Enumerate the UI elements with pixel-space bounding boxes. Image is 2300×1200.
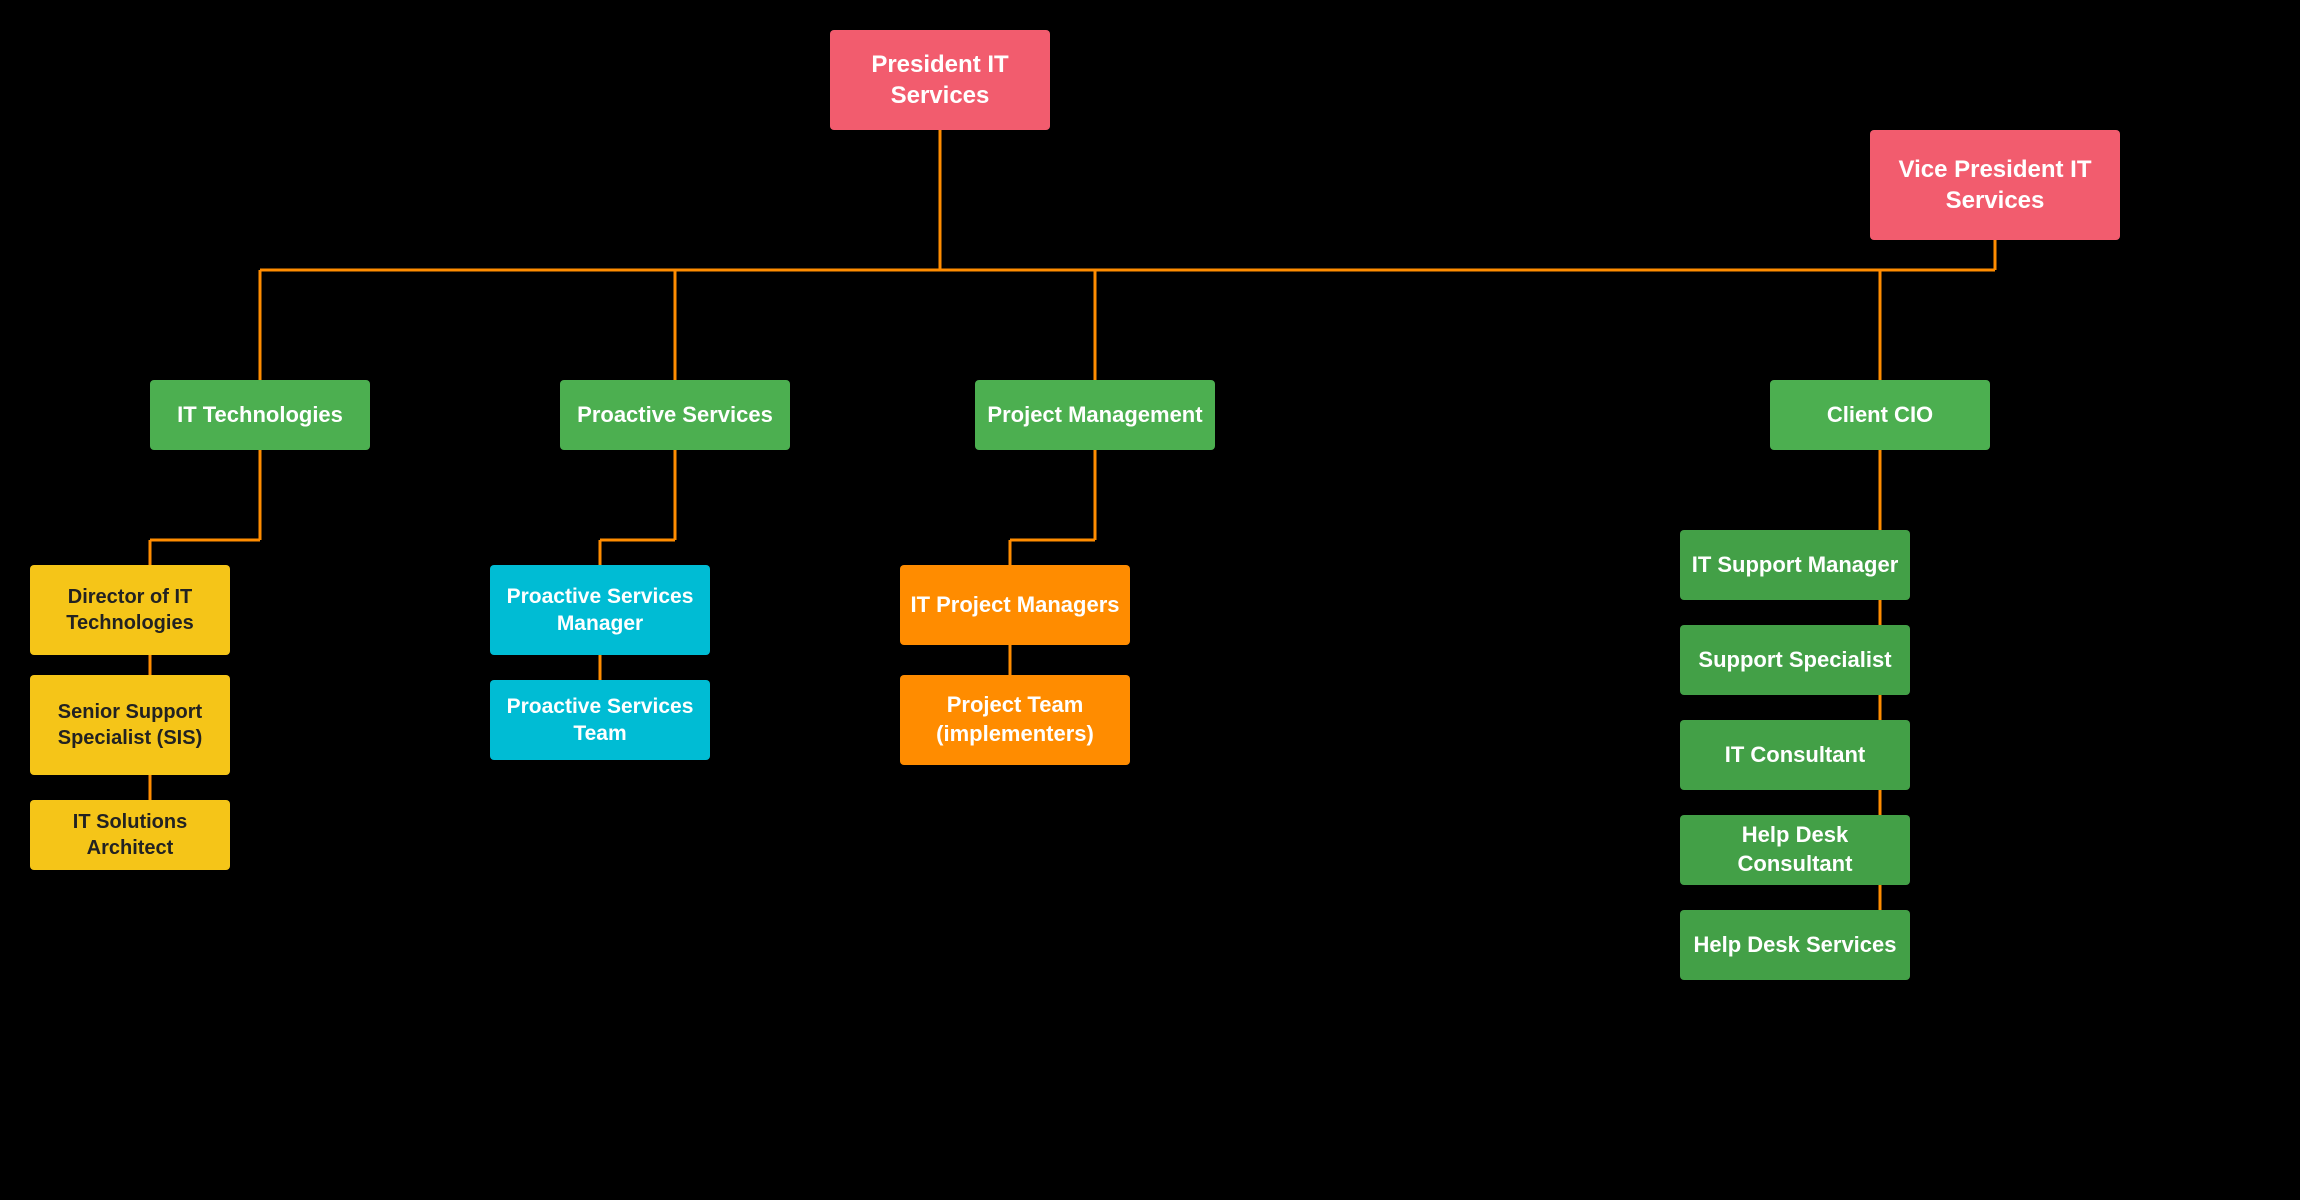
proactive-team-node: Proactive Services Team xyxy=(490,680,710,760)
project-mgmt-node: Project Management xyxy=(975,380,1215,450)
help-desk-svc-node: Help Desk Services xyxy=(1680,910,1910,980)
it-solutions-node: IT Solutions Architect xyxy=(30,800,230,870)
president-node: President IT Services xyxy=(830,30,1050,130)
proactive-svc-node: Proactive Services xyxy=(560,380,790,450)
proactive-mgr-node: Proactive Services Manager xyxy=(490,565,710,655)
it-project-mgrs-node: IT Project Managers xyxy=(900,565,1130,645)
project-team-node: Project Team (implementers) xyxy=(900,675,1130,765)
it-tech-node: IT Technologies xyxy=(150,380,370,450)
org-chart: President IT Services Vice President IT … xyxy=(0,0,2300,1200)
help-desk-consult-node: Help Desk Consultant xyxy=(1680,815,1910,885)
it-support-mgr-node: IT Support Manager xyxy=(1680,530,1910,600)
client-cio-node: Client CIO xyxy=(1770,380,1990,450)
it-consultant-node: IT Consultant xyxy=(1680,720,1910,790)
vp-node: Vice President IT Services xyxy=(1870,130,2120,240)
dir-it-tech-node: Director of IT Technologies xyxy=(30,565,230,655)
support-spec-node: Support Specialist xyxy=(1680,625,1910,695)
sr-support-node: Senior Support Specialist (SIS) xyxy=(30,675,230,775)
